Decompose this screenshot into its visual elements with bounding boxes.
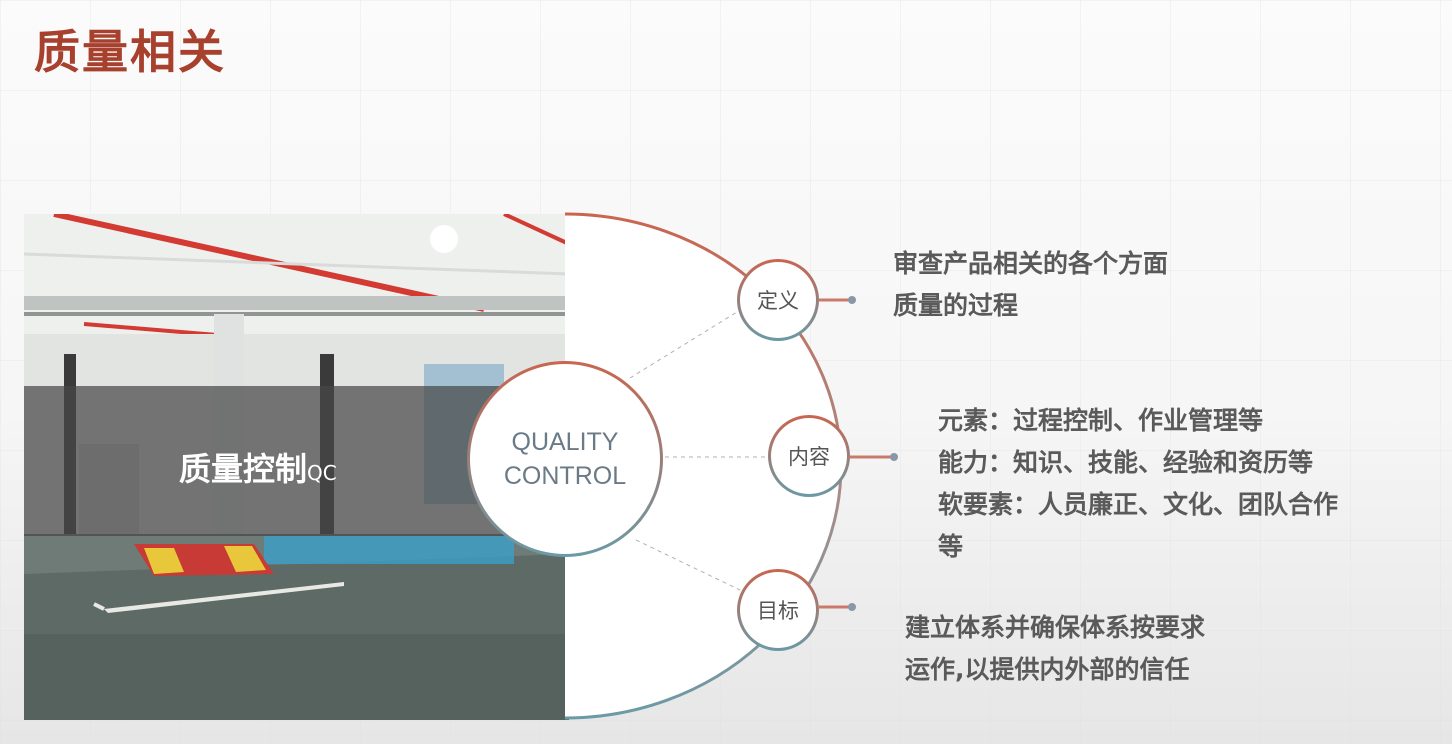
dot-goal xyxy=(848,603,856,611)
content-line: 元素：过程控制、作业管理等 xyxy=(938,406,1264,435)
dot-content xyxy=(890,453,898,461)
goal-text: 建立体系并确保体系按要求 运作,以提供内外部的信任 xyxy=(905,607,1205,691)
diagram-lines xyxy=(564,212,893,720)
center-line-1: QUALITY xyxy=(511,428,619,456)
content-line: 软要素：人员廉正、文化、团队合作 xyxy=(938,490,1339,519)
content-line: 能力：知识、技能、经验和资历等 xyxy=(938,448,1314,477)
node-goal-label: 目标 xyxy=(757,599,799,623)
content-line: 等 xyxy=(938,532,964,561)
node-content-label: 内容 xyxy=(788,445,830,469)
node-goal: 目标 xyxy=(737,569,819,651)
goal-line: 建立体系并确保体系按要求 xyxy=(905,613,1206,642)
node-content: 内容 xyxy=(768,415,850,497)
center-line-2: CONTROL xyxy=(503,462,627,490)
definition-line: 审查产品相关的各个方面 xyxy=(893,249,1169,278)
definition-line: 质量的过程 xyxy=(893,291,1019,320)
goal-line: 运作,以提供内外部的信任 xyxy=(905,655,1190,684)
node-definition: 定义 xyxy=(737,259,819,341)
node-definition-label: 定义 xyxy=(757,289,799,313)
content-text: 元素：过程控制、作业管理等 能力：知识、技能、经验和资历等 软要素：人员廉正、文… xyxy=(938,400,1338,568)
quality-control-circle: QUALITY CONTROL xyxy=(467,361,663,557)
definition-text: 审查产品相关的各个方面 质量的过程 xyxy=(893,243,1168,327)
dot-definition xyxy=(848,296,856,304)
